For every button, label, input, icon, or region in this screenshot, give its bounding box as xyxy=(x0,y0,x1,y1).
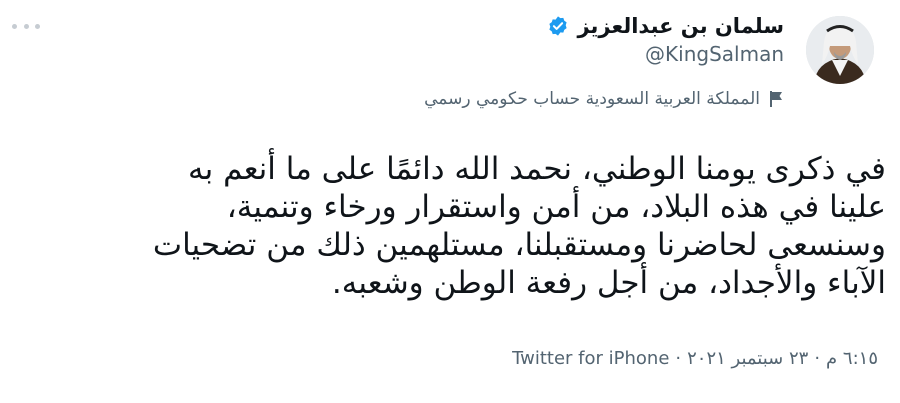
more-dot xyxy=(23,23,29,29)
more-options-button[interactable] xyxy=(12,16,40,36)
avatar[interactable] xyxy=(806,16,874,84)
name-row: سلمان بن عبدالعزيز xyxy=(547,14,784,38)
display-name[interactable]: سلمان بن عبدالعزيز xyxy=(577,14,784,38)
tweet-card: سلمان بن عبدالعزيز @KingSalman المملكة ا… xyxy=(0,0,900,403)
government-account-label[interactable]: المملكة العربية السعودية حساب حكومي رسمي xyxy=(424,89,784,109)
tweet-source[interactable]: Twitter for iPhone xyxy=(512,348,669,369)
handle[interactable]: @KingSalman xyxy=(547,42,784,66)
tweet-time[interactable]: ٦:١٥ م xyxy=(826,348,878,369)
meta-separator: · xyxy=(675,348,682,369)
tweet-text: في ذكرى يومنا الوطني، نحمد الله دائمًا ع… xyxy=(18,150,886,302)
flag-icon xyxy=(768,90,784,108)
tweet-line: وسنسعى لحاضرنا ومستقبلنا، مستلهمين ذلك م… xyxy=(152,227,886,263)
government-label-text: المملكة العربية السعودية حساب حكومي رسمي xyxy=(424,89,760,109)
verified-badge-icon xyxy=(547,15,569,37)
more-dot xyxy=(35,23,40,29)
meta-separator: · xyxy=(814,348,821,369)
more-dot xyxy=(12,23,17,29)
tweet-meta: ٦:١٥ م · ٢٣ سبتمبر ٢٠٢١ · Twitter for iP… xyxy=(512,348,878,369)
author-block: سلمان بن عبدالعزيز @KingSalman xyxy=(547,14,784,66)
tweet-line: الآباء والأجداد، من أجل رفعة الوطن وشعبه… xyxy=(331,265,886,301)
tweet-line: علينا في هذه البلاد، من أمن واستقرار ورخ… xyxy=(226,189,886,225)
tweet-line: في ذكرى يومنا الوطني، نحمد الله دائمًا ع… xyxy=(187,151,886,187)
tweet-date[interactable]: ٢٣ سبتمبر ٢٠٢١ xyxy=(687,348,808,369)
